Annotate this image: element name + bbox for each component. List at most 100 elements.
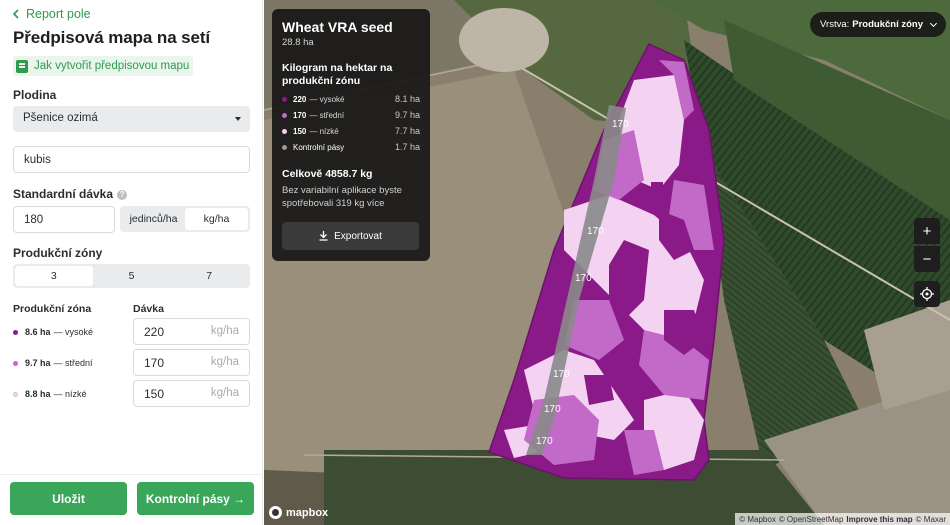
dose-input-medium[interactable]: 170 kg/ha (133, 349, 250, 376)
chevron-left-icon (12, 9, 19, 19)
zone-count-7[interactable]: 7 (170, 266, 248, 286)
export-button[interactable]: Exportovat (282, 222, 419, 250)
strip-label: 170 (587, 226, 604, 237)
strip-label: 170 (536, 436, 553, 447)
dose-value: 150 (144, 387, 165, 401)
howto-link[interactable]: Jak vytvořit předpisovou mapu (13, 56, 194, 76)
zone-count-3[interactable]: 3 (15, 266, 93, 286)
legend-dot (282, 128, 287, 134)
dose-column-header: Dávka (133, 303, 164, 315)
zone-area: 8.6 ha (25, 327, 51, 337)
mapbox-logo[interactable]: mapbox (269, 506, 328, 519)
legend-item-low: 150 — nízké 7.7 ha (282, 126, 420, 136)
variety-input[interactable]: kubis (13, 146, 250, 173)
dose-unit: kg/ha (210, 356, 239, 368)
zoom-out-button[interactable]: − (914, 246, 940, 272)
legend-dot (282, 96, 287, 102)
footer-divider (0, 474, 263, 475)
zone-count-5[interactable]: 5 (93, 266, 171, 286)
help-icon[interactable]: ? (117, 190, 128, 200)
legend-heading: Kilogram na hektar na produkční zónu (282, 62, 393, 87)
crop-select-value: Pšenice ozimá (23, 112, 98, 124)
map-view[interactable]: 170 170 170 170 170 170 Wheat VRA seed 2… (264, 0, 950, 525)
layer-value: Produkční zóny (852, 19, 923, 30)
unit-option-individuals[interactable]: jedinců/ha (122, 208, 185, 230)
locate-button[interactable] (914, 281, 940, 307)
strip-label: 170 (544, 404, 561, 415)
total-amount: Celkově 4858.7 kg (282, 168, 373, 180)
layer-prefix: Vrstva: (820, 19, 850, 30)
zone-color-dot (13, 360, 18, 366)
dose-input-high[interactable]: 220 kg/ha (133, 318, 250, 345)
legend-name: — vysoké (309, 94, 345, 104)
left-panel: Report pole Předpisová mapa na setí Jak … (0, 0, 263, 525)
field-area: 28.8 ha (282, 37, 314, 48)
unit-option-kg[interactable]: kg/ha (185, 208, 248, 230)
zone-color-dot (13, 391, 18, 397)
attribution-mapbox[interactable]: © Mapbox (739, 515, 776, 524)
layer-selector[interactable]: Vrstva: Produkční zóny (810, 12, 946, 37)
crop-select[interactable]: Pšenice ozimá (13, 106, 250, 132)
dose-unit: kg/ha (210, 325, 239, 337)
std-dose-label-text: Standardní dávka (13, 187, 114, 201)
crop-label: Plodina (13, 88, 57, 102)
strip-label: 170 (553, 369, 570, 380)
legend-name: — střední (309, 110, 345, 120)
strip-label: 170 (575, 273, 592, 284)
zoom-in-button[interactable]: + (914, 218, 940, 244)
legend-value: 170 (293, 110, 307, 120)
zone-count-toggle: 3 5 7 (13, 264, 250, 288)
dose-value: 220 (144, 325, 165, 339)
crosshair-icon (920, 287, 934, 301)
control-strips-button[interactable]: Kontrolní pásy → (137, 482, 254, 515)
zone-row-low: 8.8 ha — nízké (13, 389, 87, 399)
mapbox-icon (269, 506, 282, 519)
export-label: Exportovat (334, 230, 382, 242)
std-dose-input[interactable]: 180 (13, 206, 115, 233)
chevron-down-icon (929, 19, 938, 27)
back-link[interactable]: Report pole (12, 7, 91, 21)
zone-name: — vysoké (53, 327, 94, 337)
legend-area: 1.7 ha (394, 142, 420, 152)
howto-label: Jak vytvořit předpisovou mapu (34, 60, 190, 72)
dose-value: 170 (144, 356, 165, 370)
strip-label: 170 (612, 119, 629, 130)
legend-area: 7.7 ha (394, 126, 420, 136)
zone-name: — nízké (53, 389, 87, 399)
legend-dot (282, 112, 287, 118)
dose-input-low[interactable]: 150 kg/ha (133, 380, 250, 407)
legend-value: 220 (293, 94, 307, 104)
download-icon (319, 231, 328, 241)
zone-column-header: Produkční zóna (13, 303, 92, 315)
dose-unit: kg/ha (210, 387, 239, 399)
caret-down-icon (235, 117, 241, 121)
legend-item-high: 220 — vysoké 8.1 ha (282, 94, 420, 104)
zone-color-dot (13, 329, 18, 335)
savings-note: Bez variabilní aplikace byste spotřebova… (282, 185, 402, 209)
zone-area: 9.7 ha (25, 358, 51, 368)
legend-name: — nízké (309, 126, 339, 136)
legend-item-control: Kontrolní pásy 1.7 ha (282, 142, 420, 152)
legend-area: 9.7 ha (394, 110, 420, 120)
legend-value: 150 (293, 126, 307, 136)
attribution-maxar[interactable]: © Maxar (916, 515, 946, 524)
book-icon (16, 59, 28, 73)
attribution-osm[interactable]: © OpenStreetMap (779, 515, 844, 524)
std-dose-label: Standardní dávka? (13, 187, 128, 201)
save-button[interactable]: Uložit (10, 482, 127, 515)
zone-row-high: 8.6 ha — vysoké (13, 327, 93, 337)
legend-item-medium: 170 — střední 9.7 ha (282, 110, 420, 120)
map-info-card: Wheat VRA seed 28.8 ha Kilogram na hekta… (272, 9, 430, 261)
page-title: Předpisová mapa na setí (13, 28, 211, 47)
zone-area: 8.8 ha (25, 389, 51, 399)
unit-toggle: jedinců/ha kg/ha (120, 206, 250, 232)
legend-dot (282, 144, 287, 150)
zone-row-medium: 9.7 ha — střední (13, 358, 93, 368)
legend-area: 8.1 ha (394, 94, 420, 104)
zones-label: Produkční zóny (13, 246, 103, 260)
improve-map-link[interactable]: Improve this map (846, 515, 912, 524)
mapbox-logo-text: mapbox (286, 506, 329, 519)
zone-name: — střední (53, 358, 93, 368)
map-title: Wheat VRA seed (282, 19, 393, 35)
legend-name: Kontrolní pásy (293, 142, 345, 152)
